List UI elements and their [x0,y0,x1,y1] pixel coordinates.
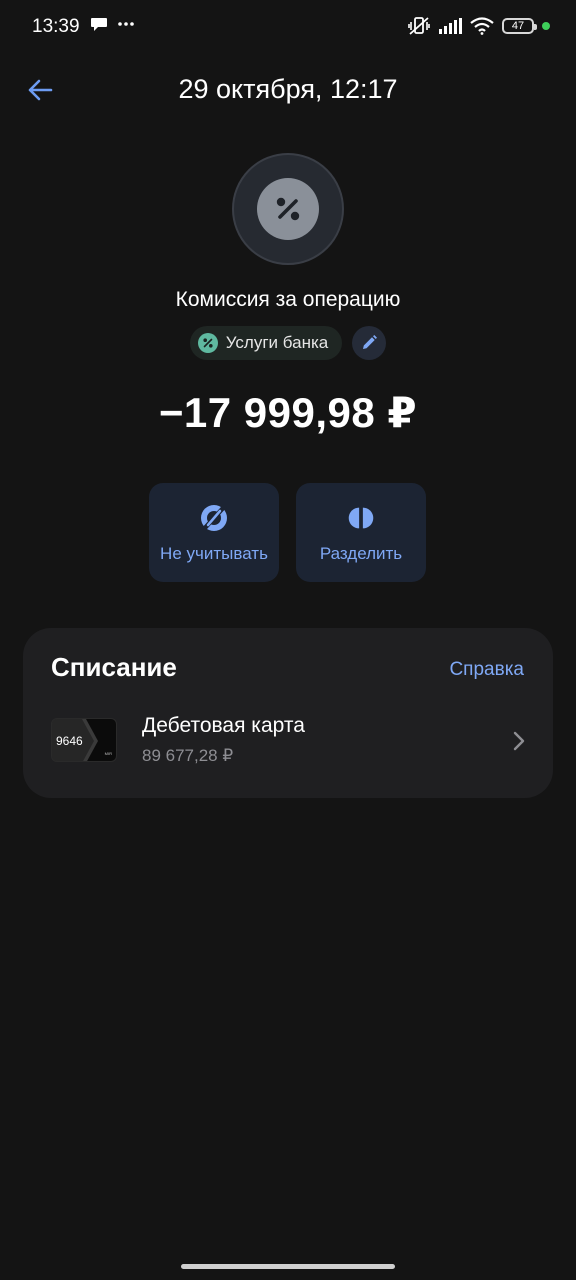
category-avatar-inner [257,178,319,240]
signal-icon [439,18,462,34]
account-name: Дебетовая карта [142,714,305,737]
more-dots-icon [118,22,134,26]
split-icon [344,501,378,535]
chat-bubble-icon [91,18,107,31]
status-time: 13:39 [32,16,80,37]
header: 29 октября, 12:17 [0,62,576,118]
writeoff-title: Списание [51,652,177,682]
card-brand-logo: MIR [104,751,112,756]
battery-level: 47 [511,20,525,32]
status-notifications [90,16,134,32]
card-last-digits: 9646 [56,734,83,748]
account-balance: 89 677,28 ₽ [142,746,234,765]
exclude-icon [197,501,231,535]
category-chip-label: Услуги банка [225,333,329,352]
category-chip[interactable]: Услуги банка [189,326,343,360]
status-bar: 13:39 47 [0,0,576,56]
percent-icon [276,197,300,221]
category-row: Услуги банка [0,326,576,360]
wifi-icon [470,17,494,35]
help-link[interactable]: Справка [449,659,524,681]
debit-card-thumbnail: 9646 MIR [51,718,117,762]
operation-title: Комиссия за операцию [175,288,401,311]
split-button[interactable]: Разделить [296,483,426,582]
account-row[interactable]: 9646 MIR Дебетовая карта 89 677,28 ₽ [23,708,553,780]
pencil-icon [363,335,378,349]
operation-amount: −17 999,98 ₽ [158,389,418,436]
status-system-icons: 47 [408,16,550,36]
split-button-label: Разделить [319,544,403,563]
privacy-indicator [542,22,550,30]
exclude-button-label: Не учитывать [160,544,268,563]
writeoff-section: Списание Справка 9646 MIR Дебетовая карт… [23,628,553,798]
category-avatar [232,153,344,265]
edit-category-button[interactable] [352,326,387,360]
page-title: 29 октября, 12:17 [178,74,398,104]
vibrate-off-icon [408,17,430,35]
exclude-button[interactable]: Не учитывать [149,483,279,582]
battery-icon: 47 [502,18,537,34]
home-indicator[interactable] [181,1264,395,1269]
chevron-right-icon [513,731,525,751]
action-buttons: Не учитывать Разделить [149,483,426,582]
percent-chip-icon [197,333,218,353]
